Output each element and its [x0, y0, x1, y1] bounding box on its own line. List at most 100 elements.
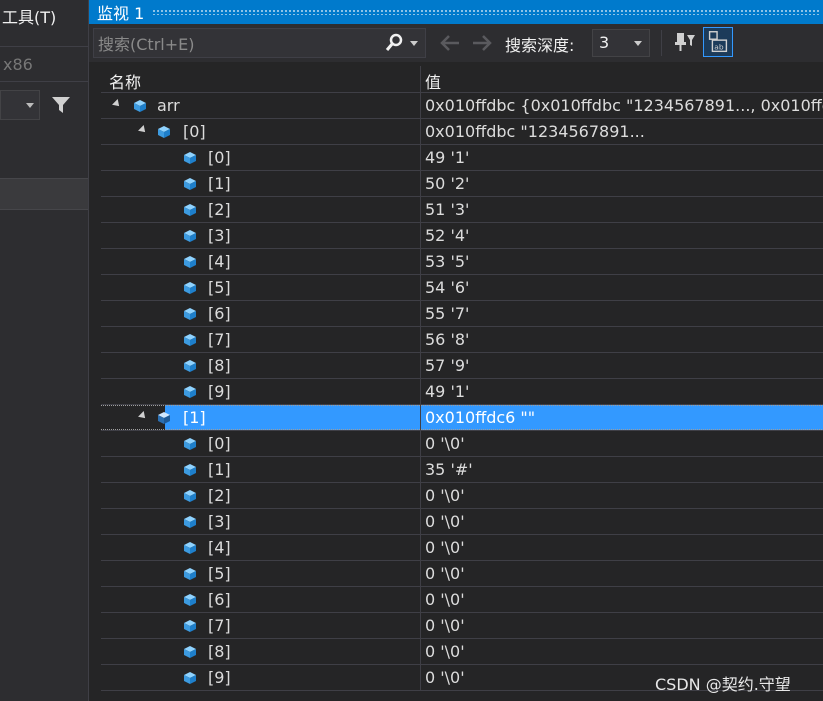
menu-tools[interactable]: 工具(T) — [0, 0, 88, 36]
watch-row[interactable]: [6] 55 '7' — [101, 301, 823, 327]
row-value-cell[interactable]: 0x010ffdbc {0x010ffdbc "1234567891..., 0… — [421, 93, 823, 118]
row-value-cell[interactable]: 50 '2' — [421, 171, 823, 196]
row-name-cell[interactable]: [4] — [101, 249, 420, 274]
watch-row[interactable]: [9] 49 '1' — [101, 379, 823, 405]
watch-row[interactable]: [8] 0 '\0' — [101, 639, 823, 665]
watch-row[interactable]: [5] 0 '\0' — [101, 561, 823, 587]
watch-row[interactable]: [5] 54 '6' — [101, 275, 823, 301]
row-value-cell[interactable]: 0 '\0' — [421, 509, 823, 534]
row-name-cell[interactable]: [6] — [101, 587, 420, 612]
row-name-cell[interactable]: arr — [101, 93, 420, 118]
row-value: 53 '5' — [425, 252, 470, 271]
row-name-cell[interactable]: [3] — [101, 509, 420, 534]
row-name-cell[interactable]: [7] — [101, 613, 420, 638]
row-value-cell[interactable]: 57 '9' — [421, 353, 823, 378]
field-icon — [183, 202, 197, 216]
row-name-cell[interactable]: [2] — [101, 197, 420, 222]
watch-row[interactable]: [1] 50 '2' — [101, 171, 823, 197]
row-value-cell[interactable]: 52 '4' — [421, 223, 823, 248]
row-value-cell[interactable]: 0 '\0' — [421, 613, 823, 638]
watch-row[interactable]: [8] 57 '9' — [101, 353, 823, 379]
watch-row[interactable]: [1] 35 '#' — [101, 457, 823, 483]
row-name: [2] — [208, 200, 231, 219]
row-name-cell[interactable]: [1] — [101, 405, 420, 430]
row-name-cell[interactable]: [0] — [101, 431, 420, 456]
search-depth-select[interactable]: 3 — [592, 29, 650, 57]
row-name: [1] — [183, 408, 206, 427]
column-resize-handle[interactable] — [420, 66, 421, 93]
row-name-cell[interactable]: [2] — [101, 483, 420, 508]
row-name: [4] — [208, 538, 231, 557]
search-options-icon[interactable] — [410, 41, 418, 46]
watch-row[interactable]: [1] 0x010ffdc6 "" — [101, 405, 823, 431]
row-value-cell[interactable]: 0 '\0' — [421, 535, 823, 560]
row-value-cell[interactable]: 0 '\0' — [421, 561, 823, 586]
row-name-cell[interactable]: [8] — [101, 639, 420, 664]
row-value-cell[interactable]: 49 '1' — [421, 379, 823, 404]
platform-combo[interactable]: x86 — [0, 46, 88, 82]
watch-row[interactable]: arr 0x010ffdbc {0x010ffdbc "1234567891...… — [101, 93, 823, 119]
hex-display-icon[interactable]: ab — [703, 27, 733, 57]
row-name-cell[interactable]: [1] — [101, 457, 420, 482]
row-name-cell[interactable]: [9] — [101, 665, 420, 690]
row-value-cell[interactable]: 35 '#' — [421, 457, 823, 482]
row-name: [3] — [208, 226, 231, 245]
collapse-arrow-icon[interactable] — [138, 411, 148, 421]
watch-titlebar[interactable]: 监视 1 — [89, 0, 823, 24]
row-name-cell[interactable]: [8] — [101, 353, 420, 378]
search-input[interactable] — [94, 29, 380, 59]
row-value: 57 '9' — [425, 356, 470, 375]
row-value-cell[interactable]: 54 '6' — [421, 275, 823, 300]
row-value: 0 '\0' — [425, 590, 465, 609]
pin-filter-icon[interactable] — [673, 30, 697, 54]
row-name-cell[interactable]: [5] — [101, 275, 420, 300]
field-icon — [183, 436, 197, 450]
watch-row[interactable]: [7] 0 '\0' — [101, 613, 823, 639]
collapse-arrow-icon[interactable] — [112, 99, 122, 109]
row-name-cell[interactable]: [5] — [101, 561, 420, 586]
row-name-cell[interactable]: [9] — [101, 379, 420, 404]
row-value: 0 '\0' — [425, 668, 465, 687]
column-header-value[interactable]: 值 — [425, 69, 441, 93]
row-name-cell[interactable]: [3] — [101, 223, 420, 248]
row-value-cell[interactable]: 0 '\0' — [421, 431, 823, 456]
row-value-cell[interactable]: 53 '5' — [421, 249, 823, 274]
row-value-cell[interactable]: 55 '7' — [421, 301, 823, 326]
search-forward-icon[interactable] — [471, 33, 493, 53]
row-value-cell[interactable]: 56 '8' — [421, 327, 823, 352]
watch-row[interactable]: [0] 49 '1' — [101, 145, 823, 171]
filter-icon[interactable] — [50, 94, 72, 116]
watch-row[interactable]: [4] 53 '5' — [101, 249, 823, 275]
row-value-cell[interactable]: 0 '\0' — [421, 639, 823, 664]
watch-row[interactable]: [6] 0 '\0' — [101, 587, 823, 613]
svg-text:ab: ab — [714, 42, 724, 51]
watch-row[interactable]: [2] 51 '3' — [101, 197, 823, 223]
search-icon[interactable] — [384, 33, 404, 53]
row-value-cell[interactable]: 0x010ffdbc "1234567891... — [421, 119, 823, 144]
watch-row[interactable]: [3] 52 '4' — [101, 223, 823, 249]
watch-row[interactable]: [3] 0 '\0' — [101, 509, 823, 535]
watch-row[interactable]: [7] 56 '8' — [101, 327, 823, 353]
row-value-cell[interactable]: 0x010ffdc6 "" — [421, 405, 823, 430]
row-value-cell[interactable]: 51 '3' — [421, 197, 823, 222]
row-value-cell[interactable]: 49 '1' — [421, 145, 823, 170]
field-icon — [183, 540, 197, 554]
watch-row[interactable]: [0] 0x010ffdbc "1234567891... — [101, 119, 823, 145]
row-name-cell[interactable]: [4] — [101, 535, 420, 560]
row-name-cell[interactable]: [7] — [101, 327, 420, 352]
row-name-cell[interactable]: [0] — [101, 145, 420, 170]
row-name-cell[interactable]: [6] — [101, 301, 420, 326]
column-header-name[interactable]: 名称 — [109, 69, 141, 93]
row-name-cell[interactable]: [0] — [101, 119, 420, 144]
left-dropdown[interactable] — [0, 90, 40, 120]
row-name-cell[interactable]: [1] — [101, 171, 420, 196]
row-value-cell[interactable]: 0 '\0' — [421, 587, 823, 612]
search-back-icon[interactable] — [439, 33, 461, 53]
row-value: 35 '#' — [425, 460, 473, 479]
watch-row[interactable]: [2] 0 '\0' — [101, 483, 823, 509]
collapse-arrow-icon[interactable] — [138, 125, 148, 135]
row-value-cell[interactable]: 0 '\0' — [421, 483, 823, 508]
watch-row[interactable]: [4] 0 '\0' — [101, 535, 823, 561]
watch-toolbar: 搜索深度: 3 ab — [89, 24, 823, 62]
watch-row[interactable]: [0] 0 '\0' — [101, 431, 823, 457]
